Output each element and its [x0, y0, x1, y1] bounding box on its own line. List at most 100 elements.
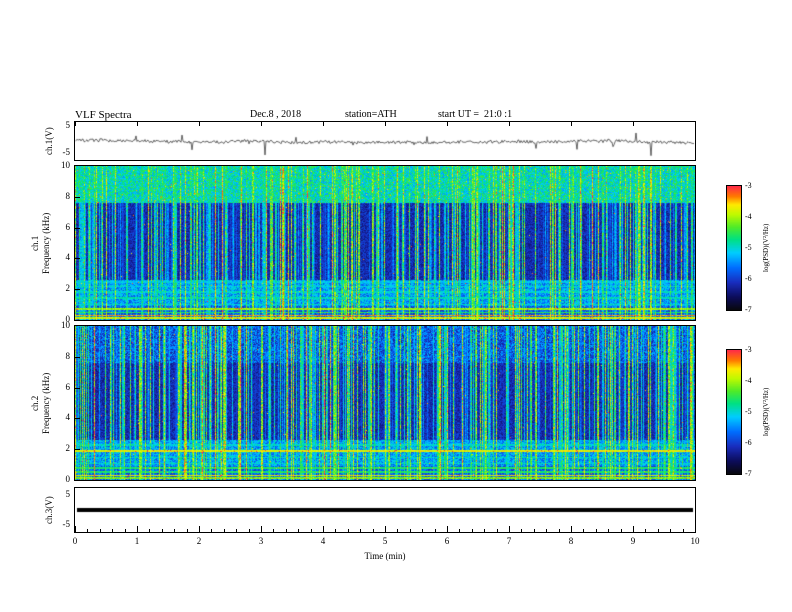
top-axis-tick-mark [695, 122, 696, 126]
ch1-frequency-axis-label: ch.1 Frequency (kHz) [30, 165, 52, 321]
colorbar-1-tick-label: -6 [745, 274, 752, 283]
bottom-axis-minor-tick-mark [496, 529, 498, 532]
ch2-spec-y-tick-label: 2 [65, 443, 71, 454]
colorbar-2-tick-label: -4 [745, 376, 752, 385]
top-axis-tick-mark [261, 122, 262, 126]
bottom-axis-minor-tick-mark [87, 529, 89, 532]
spec-y-tick-mark [75, 387, 80, 389]
bottom-axis-minor-tick-mark [608, 529, 610, 532]
ch1-spectrogram-canvas [75, 166, 695, 320]
ch1-spec-y-tick-label: 6 [65, 221, 71, 232]
ch1-spec-y-tick-label: 10 [61, 160, 70, 170]
bottom-axis-major-tick-mark [75, 526, 76, 532]
colorbar-2-tick-label: -7 [745, 469, 752, 478]
bottom-axis-minor-tick-mark [459, 529, 461, 532]
ch1-waveform-canvas [75, 122, 695, 160]
bottom-axis-minor-tick-mark [174, 529, 176, 532]
bottom-axis-minor-tick-mark [620, 529, 622, 532]
top-axis-tick-mark [199, 122, 200, 126]
colorbar-1-tick-label: -4 [745, 212, 752, 221]
ch1-frequency-label: Frequency (kHz) [41, 212, 51, 274]
bottom-axis-major-tick-mark [385, 526, 386, 532]
ch2-spectrogram-canvas [75, 326, 695, 480]
bottom-axis-minor-tick-mark [546, 529, 548, 532]
time-axis-label: Time (min) [364, 551, 406, 561]
ch1-spec-y-tick-label: 4 [65, 252, 71, 263]
x-tick-label: 9 [630, 536, 636, 546]
bottom-axis-major-tick-mark [447, 526, 448, 532]
top-axis-tick-mark [75, 122, 76, 126]
ch2-frequency-label: Frequency (kHz) [41, 372, 51, 434]
bottom-axis-minor-tick-mark [298, 529, 300, 532]
ch1-spectrogram-panel [74, 165, 696, 321]
ch1-colorbar-canvas [727, 186, 741, 310]
bottom-axis-minor-tick-mark [161, 529, 163, 532]
bottom-axis-minor-tick-mark [583, 529, 585, 532]
ch1-wave-y-tick-label: -5 [62, 147, 71, 157]
x-tick-label: 3 [258, 536, 264, 546]
top-axis-tick-mark [447, 122, 448, 126]
bottom-axis-minor-tick-mark [112, 529, 114, 532]
ch1-channel-label: ch.1 [30, 235, 40, 251]
bottom-axis-minor-tick-mark [149, 529, 151, 532]
ch2-spectrogram-panel [74, 325, 696, 481]
x-tick-label: 0 [72, 536, 78, 546]
ch2-colorbar-canvas [727, 350, 741, 474]
spec-y-tick-mark [75, 196, 80, 198]
bottom-axis-minor-tick-mark [223, 529, 225, 532]
bottom-axis-minor-tick-mark [434, 529, 436, 532]
plot-station: station=ATH [345, 109, 397, 120]
ch2-spec-y-tick-label: 6 [65, 381, 71, 392]
bottom-axis-major-tick-mark [199, 526, 200, 532]
ch1-colorbar [726, 185, 742, 311]
bottom-axis-major-tick-mark [323, 526, 324, 532]
x-tick-label: 10 [690, 536, 700, 546]
bottom-axis-major-tick-mark [695, 526, 696, 532]
x-tick-label: 6 [444, 536, 450, 546]
bottom-axis-minor-tick-mark [409, 529, 411, 532]
spec-y-tick-mark [75, 289, 80, 291]
x-tick-label: 4 [320, 536, 326, 546]
ch2-spec-y-tick-label: 10 [61, 320, 70, 330]
bottom-axis-minor-tick-mark [360, 529, 362, 532]
ch2-frequency-axis-label: ch.2 Frequency (kHz) [30, 325, 52, 481]
bottom-axis-minor-tick-mark [99, 529, 101, 532]
bottom-axis-minor-tick-mark [397, 529, 399, 532]
bottom-axis-major-tick-mark [571, 526, 572, 532]
bottom-axis-minor-tick-mark [533, 529, 535, 532]
x-tick-label: 5 [382, 536, 388, 546]
bottom-axis-minor-tick-mark [471, 529, 473, 532]
top-axis-tick-mark [633, 122, 634, 126]
x-tick-label: 7 [506, 536, 512, 546]
bottom-axis-major-tick-mark [509, 526, 510, 532]
ch1-wave-y-tick-label: 5 [65, 120, 71, 130]
ch2-channel-label: ch.2 [30, 395, 40, 411]
bottom-axis-minor-tick-mark [186, 529, 188, 532]
bottom-axis-minor-tick-mark [422, 529, 424, 532]
spec-y-tick-mark [75, 258, 80, 260]
bottom-axis-minor-tick-mark [657, 529, 659, 532]
ch2-spec-y-tick-label: 4 [65, 412, 71, 423]
bottom-axis-minor-tick-mark [645, 529, 647, 532]
x-tick-label: 1 [134, 536, 140, 546]
ch1-waveform-panel [74, 121, 696, 161]
bottom-axis-minor-tick-mark [335, 529, 337, 532]
spec-y-tick-mark [75, 356, 80, 358]
bottom-axis-minor-tick-mark [248, 529, 250, 532]
bottom-axis-minor-tick-mark [521, 529, 523, 532]
colorbar-1-tick-label: -3 [745, 181, 752, 190]
ch1-spec-y-tick-label: 2 [65, 283, 71, 294]
vlf-spectra-figure: VLF Spectra Dec.8 , 2018 station=ATH sta… [0, 0, 792, 612]
bottom-axis-minor-tick-mark [670, 529, 672, 532]
bottom-axis-minor-tick-mark [558, 529, 560, 532]
bottom-axis-minor-tick-mark [347, 529, 349, 532]
ch1-spec-y-tick-label: 8 [65, 190, 71, 201]
ch3-wave-y-tick-label: -5 [62, 519, 71, 529]
ch2-spec-y-tick-label: 0 [65, 474, 71, 484]
colorbar-1-tick-label: -7 [745, 305, 752, 314]
colorbar-1-tick-label: -5 [745, 243, 752, 252]
spec-y-tick-mark [75, 418, 80, 420]
top-axis-tick-mark [571, 122, 572, 126]
bottom-axis-minor-tick-mark [285, 529, 287, 532]
top-axis-tick-mark [509, 122, 510, 126]
